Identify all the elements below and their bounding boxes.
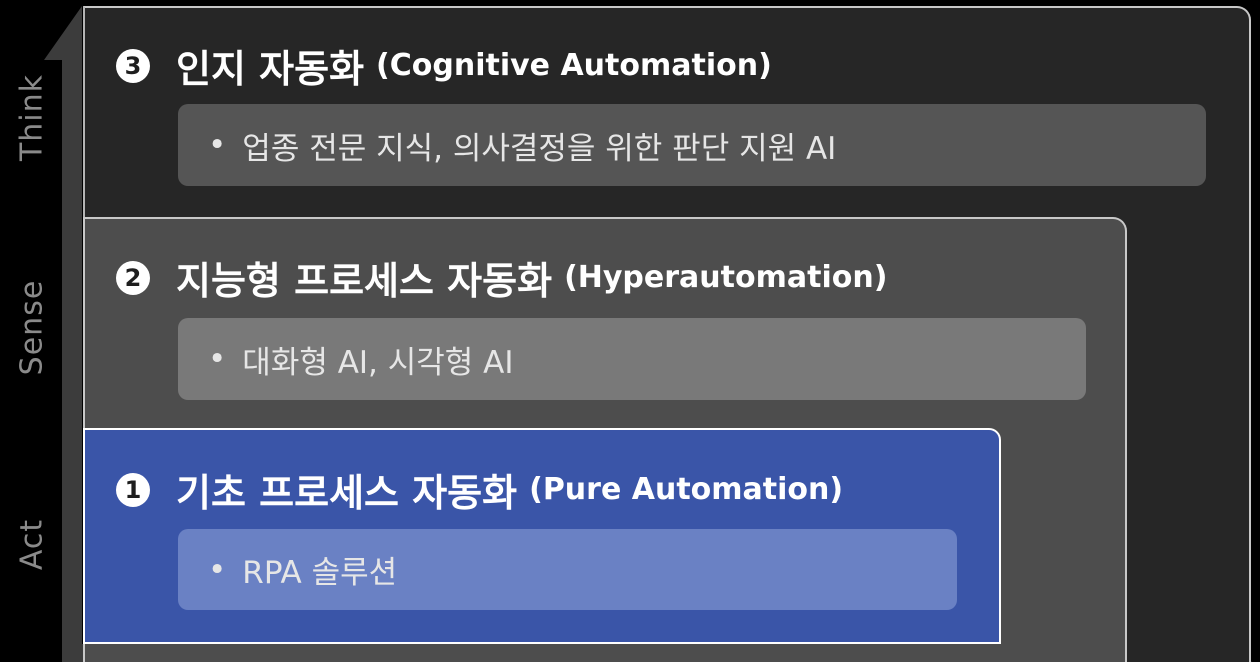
axis-label-act: Act (14, 518, 50, 571)
level-1-content: • RPA 솔루션 (178, 529, 957, 610)
level-3-title-english: (Cognitive Automation) (376, 48, 772, 83)
bullet-icon: • (208, 551, 227, 588)
level-3-content-text: 업종 전문 지식, 의사결정을 위한 판단 지원 AI (242, 130, 837, 167)
level-1-title: 1 기초 프로세스 자동화 (Pure Automation) (116, 462, 843, 517)
level-3-title-korean: 인지 자동화 (176, 47, 365, 91)
level-2-title: 2 지능형 프로세스 자동화 (Hyperautomation) (116, 250, 887, 305)
level-1-title-english: (Pure Automation) (529, 472, 844, 507)
level-1-content-text: RPA 솔루션 (242, 555, 398, 591)
level-3-content: • 업종 전문 지식, 의사결정을 위한 판단 지원 AI (178, 104, 1206, 186)
level-2-content: • 대화형 AI, 시각형 AI (178, 318, 1086, 400)
level-2-title-english: (Hyperautomation) (564, 260, 888, 295)
level-1-title-korean: 기초 프로세스 자동화 (176, 471, 518, 515)
diagram-canvas: Think Sense Act 3 인지 자동화 (Cognitive Auto… (0, 0, 1260, 662)
level-1-number-badge: 1 (116, 472, 150, 507)
vertical-axis-arrow (44, 6, 82, 662)
axis-label-sense: Sense (14, 279, 50, 376)
level-3-number-badge: 3 (116, 48, 150, 83)
axis-label-think: Think (14, 73, 50, 162)
level-3-title: 3 인지 자동화 (Cognitive Automation) (116, 38, 772, 93)
level-2-title-korean: 지능형 프로세스 자동화 (176, 259, 553, 303)
level-2-content-text: 대화형 AI, 시각형 AI (242, 344, 514, 381)
level-2-number-badge: 2 (116, 260, 150, 295)
bullet-icon: • (208, 341, 227, 377)
bullet-icon: • (208, 127, 227, 163)
